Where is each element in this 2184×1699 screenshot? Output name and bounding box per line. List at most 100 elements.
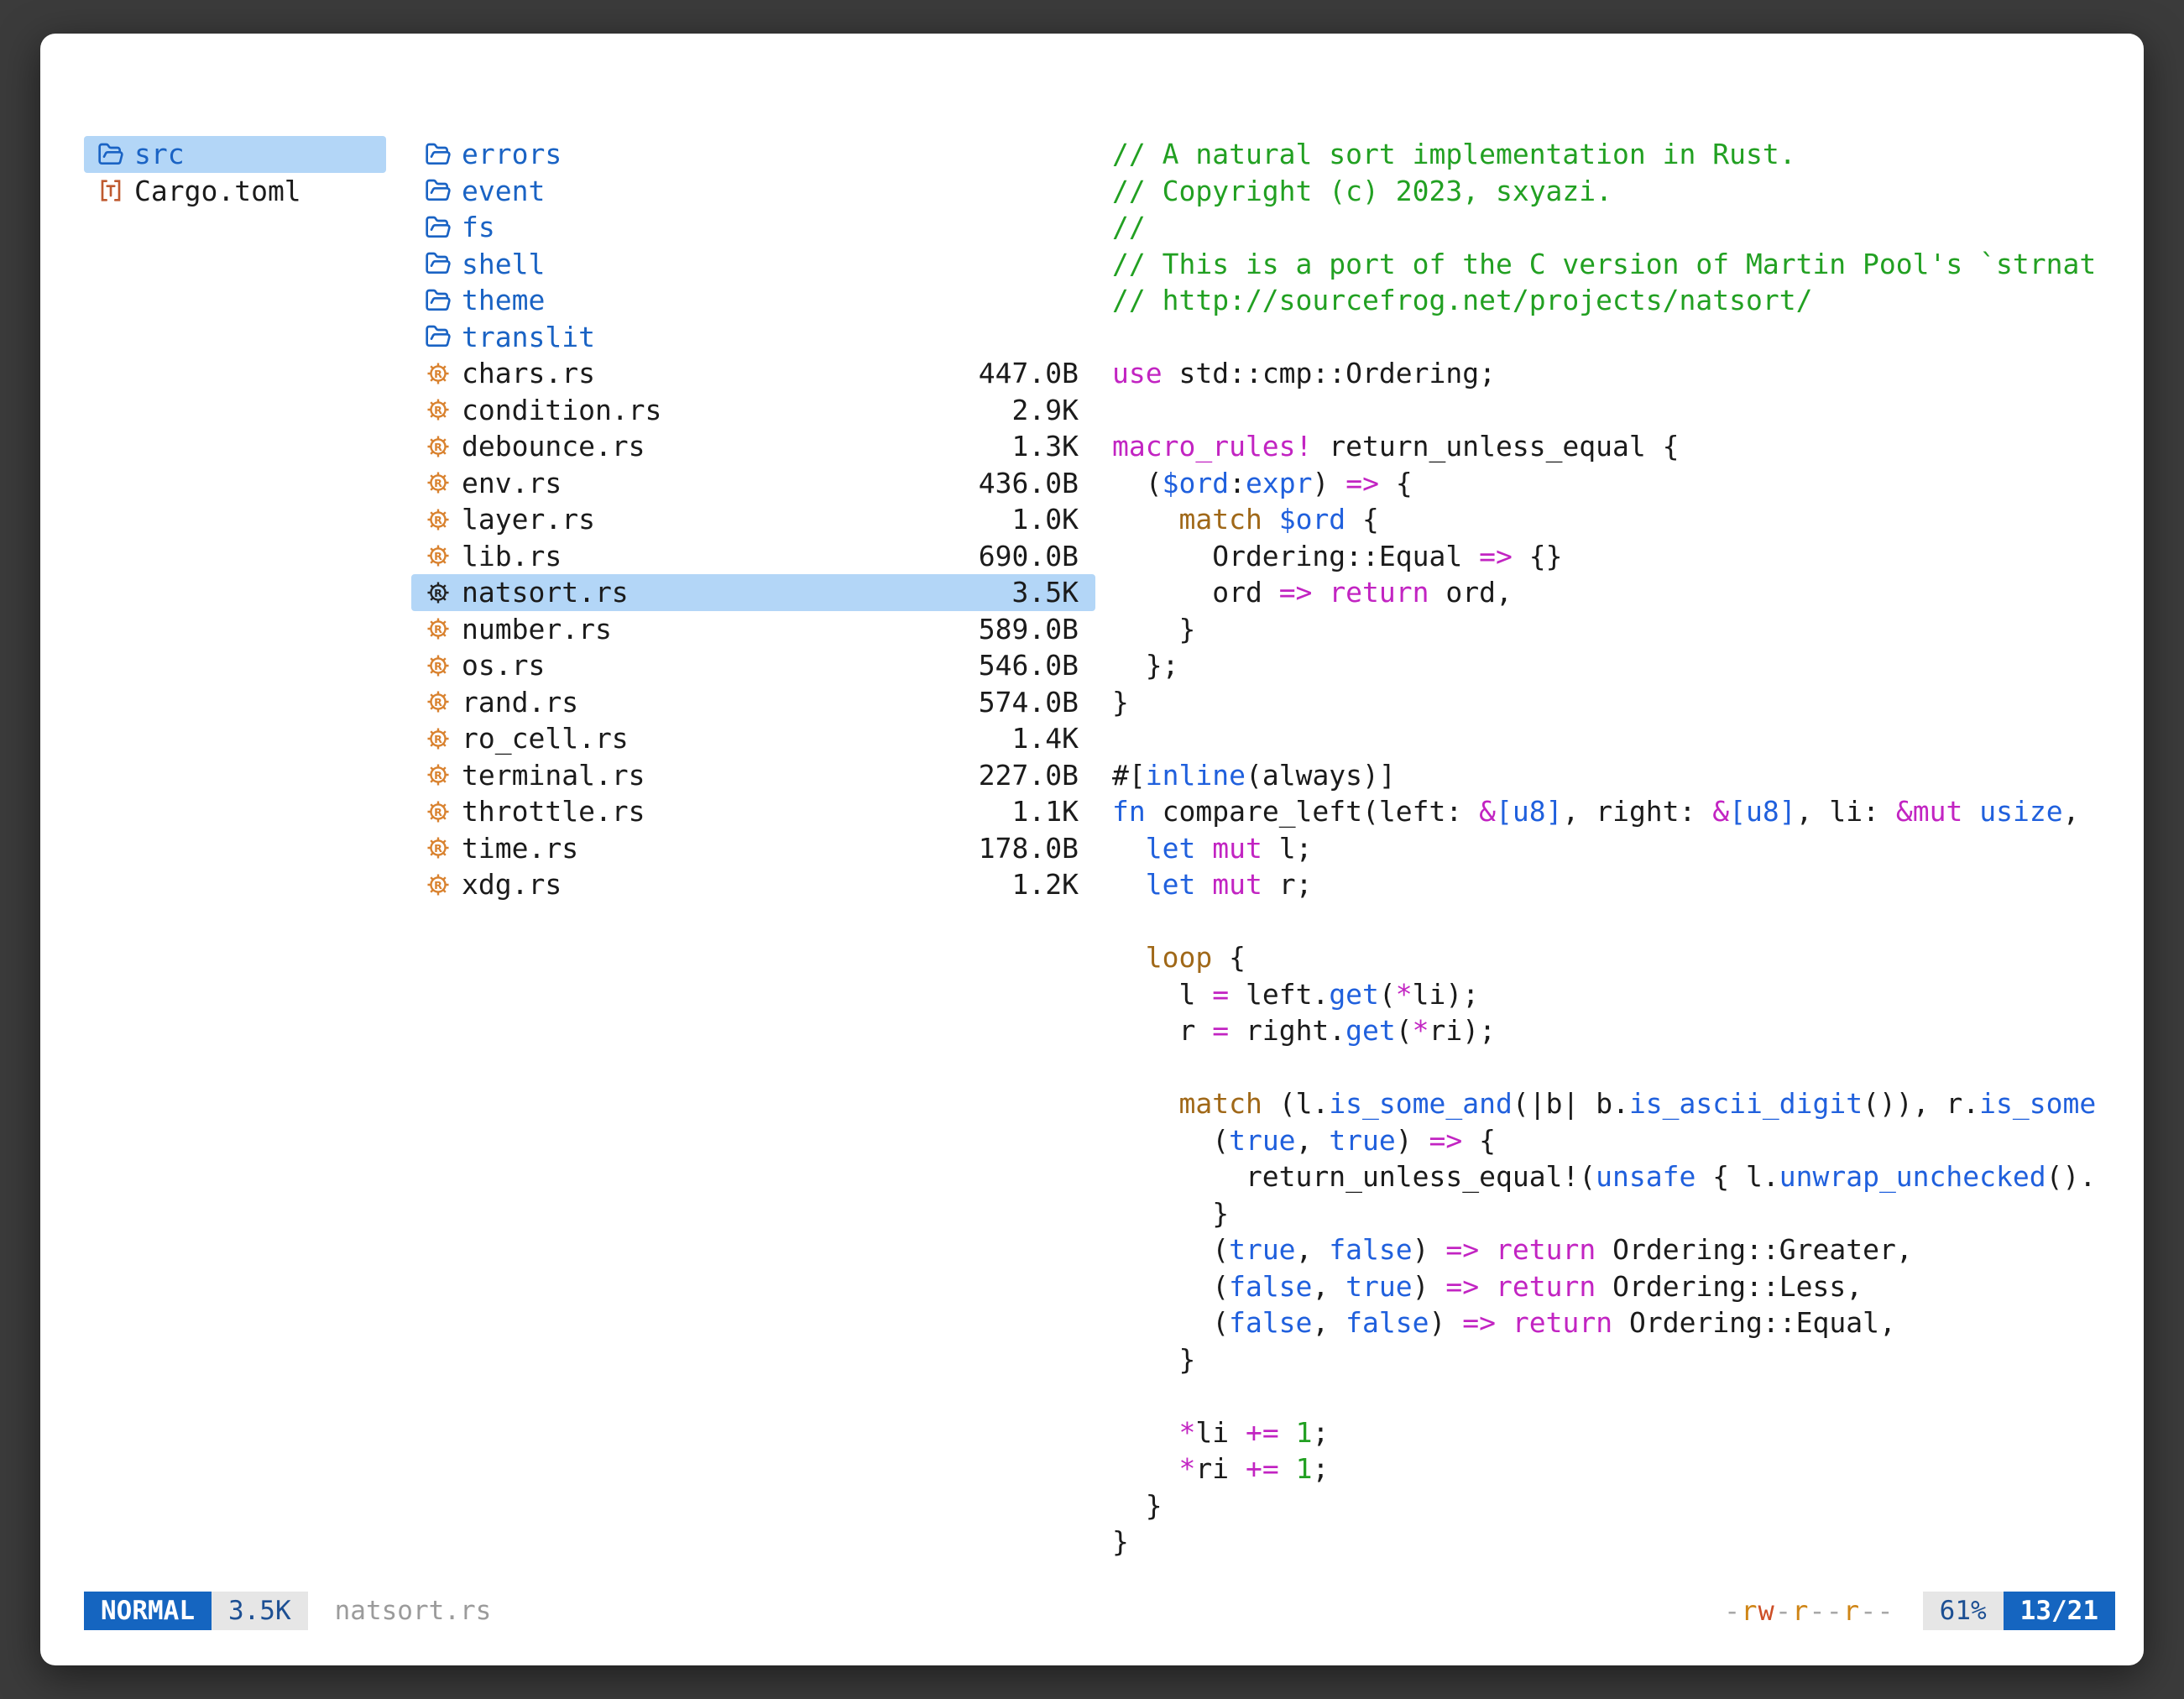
file-name: src — [134, 138, 185, 170]
file-size-chip: 3.5K — [212, 1592, 308, 1630]
permissions-text: -rw-r--r-- — [1724, 1595, 1894, 1627]
rust-icon: R — [425, 360, 452, 387]
parent-pane: src Cargo.toml — [84, 136, 386, 209]
permission-char: - — [1877, 1595, 1894, 1627]
rust-icon: R — [425, 798, 452, 825]
svg-text:R: R — [434, 623, 442, 635]
rust-icon: R — [425, 433, 452, 460]
code-line: }; — [1112, 647, 2115, 684]
code-line: } — [1112, 1341, 2115, 1378]
file-name: translit — [462, 321, 595, 353]
rust-icon: R — [425, 469, 452, 496]
code-line: // A natural sort implementation in Rust… — [1112, 136, 2115, 173]
file-row[interactable]: event — [411, 173, 1095, 210]
code-line: l = left.get(*li); — [1112, 976, 2115, 1013]
permission-char: - — [1826, 1595, 1843, 1627]
file-name: lib.rs — [462, 540, 562, 572]
file-size: 1.1K — [995, 795, 1079, 828]
file-row[interactable]: Rtime.rs 178.0B — [411, 830, 1095, 867]
rust-icon: R — [425, 834, 452, 861]
file-row[interactable]: Rdebounce.rs1.3K — [411, 428, 1095, 465]
file-size: 690.0B — [962, 540, 1079, 572]
svg-text:R: R — [434, 404, 442, 416]
code-line: (true, false) => return Ordering::Greate… — [1112, 1231, 2115, 1268]
file-row[interactable]: Rlayer.rs1.0K — [411, 501, 1095, 538]
file-row[interactable]: Ros.rs546.0B — [411, 647, 1095, 684]
file-name: Cargo.toml — [134, 175, 301, 207]
file-name: terminal.rs — [462, 759, 645, 792]
svg-text:R: R — [434, 879, 442, 891]
rust-icon: R — [425, 725, 452, 752]
file-row[interactable]: Renv.rs 436.0B — [411, 465, 1095, 502]
code-line — [1112, 1049, 2115, 1086]
file-size: 227.0B — [962, 759, 1079, 792]
file-name: env.rs — [462, 467, 562, 499]
code-line: *ri += 1; — [1112, 1451, 2115, 1487]
svg-text:R: R — [434, 806, 442, 818]
file-row[interactable]: Rcondition.rs2.9K — [411, 392, 1095, 429]
scroll-percent-chip: 61% — [1923, 1592, 2004, 1630]
permission-char: - — [1809, 1595, 1826, 1627]
file-row[interactable]: fs — [411, 209, 1095, 246]
code-line: } — [1112, 1524, 2115, 1560]
code-line: (true, true) => { — [1112, 1122, 2115, 1159]
file-row[interactable]: Rnumber.rs589.0B — [411, 611, 1095, 648]
file-size: 436.0B — [962, 467, 1079, 499]
rust-icon: R — [425, 506, 452, 533]
file-row[interactable]: Rchars.rs447.0B — [411, 355, 1095, 392]
svg-text:R: R — [434, 587, 442, 599]
folder-open-icon — [425, 287, 452, 314]
rust-icon: R — [425, 652, 452, 679]
file-row[interactable]: shell — [411, 246, 1095, 283]
svg-text:R: R — [434, 733, 442, 745]
parent-dir-item[interactable]: src — [84, 136, 386, 173]
rust-icon: R — [425, 615, 452, 642]
file-size: 178.0B — [962, 832, 1079, 865]
file-name: rand.rs — [462, 686, 578, 719]
parent-dir-item[interactable]: Cargo.toml — [84, 173, 386, 210]
file-size: 1.3K — [995, 430, 1079, 463]
current-pane: errorseventfsshell theme translitRchars.rs… — [411, 136, 1095, 903]
code-line: use std::cmp::Ordering; — [1112, 355, 2115, 392]
file-size: 2.9K — [995, 394, 1079, 426]
file-row[interactable]: Rrand.rs574.0B — [411, 684, 1095, 721]
file-name: time.rs — [462, 832, 578, 865]
svg-text:R: R — [434, 696, 442, 708]
file-name: theme — [462, 284, 545, 316]
folder-open-icon — [425, 214, 452, 241]
code-line: // Copyright (c) 2023, sxyazi. — [1112, 173, 2115, 210]
svg-text:R: R — [434, 477, 442, 489]
permission-char: - — [1724, 1595, 1741, 1627]
code-line — [1112, 903, 2115, 940]
cursor-position-badge: 13/21 — [2004, 1592, 2115, 1630]
code-line: let mut l; — [1112, 830, 2115, 867]
file-row[interactable]: Rxdg.rs1.2K — [411, 866, 1095, 903]
folder-open-icon — [425, 323, 452, 350]
file-row[interactable]: Rlib.rs690.0B — [411, 538, 1095, 575]
file-row[interactable]: theme — [411, 282, 1095, 319]
file-name: throttle.rs — [462, 795, 645, 828]
code-line: macro_rules! return_unless_equal { — [1112, 428, 2115, 465]
code-line: match $ord { — [1112, 501, 2115, 538]
file-name: shell — [462, 248, 545, 280]
code-line: (false, true) => return Ordering::Less, — [1112, 1268, 2115, 1305]
file-row[interactable]: Rterminal.rs227.0B — [411, 757, 1095, 794]
code-line: #[inline(always)] — [1112, 757, 2115, 794]
file-row[interactable]: Rthrottle.rs 1.1K — [411, 793, 1095, 830]
status-bar-right: -rw-r--r-- 61% 13/21 — [1724, 1592, 2115, 1630]
file-row[interactable]: errors — [411, 136, 1095, 173]
code-line — [1112, 720, 2115, 757]
rust-icon: R — [425, 396, 452, 423]
svg-text:R: R — [434, 842, 442, 855]
file-row[interactable]: Rnatsort.rs3.5K — [411, 574, 1095, 611]
code-line — [1112, 1377, 2115, 1414]
permission-char: r — [1792, 1595, 1809, 1627]
code-line: } — [1112, 1487, 2115, 1524]
file-row[interactable]: translit — [411, 319, 1095, 356]
file-row[interactable]: Rro_cell.rs1.4K — [411, 720, 1095, 757]
rust-icon: R — [425, 871, 452, 898]
code-line: Ordering::Equal => {} — [1112, 538, 2115, 575]
permission-char: r — [1843, 1595, 1860, 1627]
file-name: number.rs — [462, 613, 612, 646]
permission-char: r — [1741, 1595, 1758, 1627]
